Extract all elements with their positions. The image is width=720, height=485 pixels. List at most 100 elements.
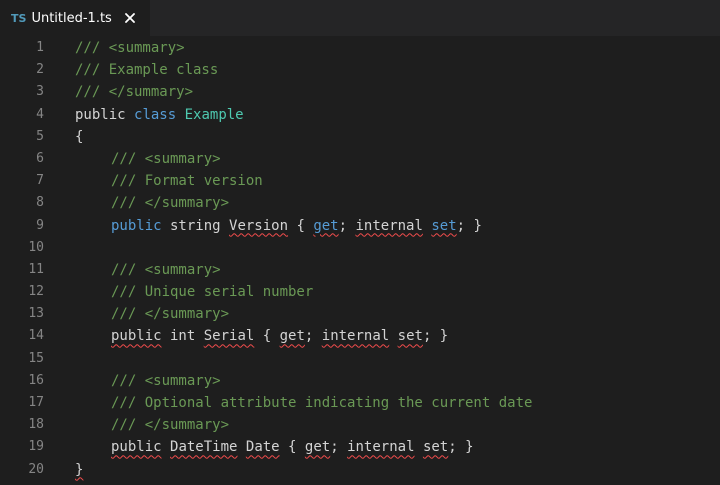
line-content: /// <summary> (75, 37, 720, 59)
line-number: 13 (28, 306, 44, 322)
code-token: { (288, 217, 314, 234)
line-number: 8 (36, 195, 44, 211)
code-token: get (313, 217, 339, 234)
code-token: ; (330, 439, 348, 456)
code-token: internal (347, 439, 415, 456)
line-content: /// Example class (75, 59, 720, 81)
code-token: set (431, 217, 457, 234)
code-comment: /// </summary> (111, 417, 230, 434)
line-content: { (75, 126, 720, 148)
line-content: /// </summary> (111, 303, 720, 325)
code-comment: /// Optional attribute indicating the cu… (111, 395, 533, 411)
code-line[interactable]: 1 /// <summary> (0, 37, 720, 59)
code-line[interactable]: 19 public DateTime Date { get; internal s… (0, 436, 720, 458)
line-number: 7 (36, 173, 44, 189)
code-token: public (75, 106, 126, 123)
code-line[interactable]: 5{ (0, 126, 720, 148)
code-token: ; (338, 217, 356, 234)
close-icon[interactable] (122, 10, 138, 26)
code-token: ; } (456, 217, 482, 234)
code-token: { (279, 439, 305, 456)
code-token: set (422, 439, 449, 456)
code-comment: /// <summary> (75, 40, 185, 56)
code-token: } (75, 461, 84, 478)
code-line[interactable]: 7 /// Format version (0, 170, 720, 192)
code-comment: /// Format version (111, 173, 263, 190)
code-token: ; } (422, 328, 449, 345)
code-token: { (254, 328, 280, 345)
code-line[interactable]: 2 /// Example class (0, 59, 720, 81)
line-number: 16 (28, 372, 44, 388)
line-number: 6 (36, 150, 44, 166)
line-content: public DateTime Date { get; internal set… (111, 436, 720, 458)
code-line[interactable]: 20} (0, 459, 720, 481)
line-number: 11 (28, 261, 44, 277)
code-comment: /// </summary> (111, 195, 230, 212)
editor-window: TS Untitled-1.ts 1 /// <summary> 2 /// Exam… (0, 0, 720, 485)
code-line[interactable]: 4 public class Example (0, 104, 720, 126)
line-content: /// <summary> (111, 259, 720, 281)
code-line[interactable]: 16 /// <summary> (0, 370, 720, 392)
line-number: 20 (28, 461, 44, 477)
line-content: /// </summary> (75, 81, 720, 103)
line-number: 19 (28, 439, 44, 455)
line-content: /// Optional attribute indicating the cu… (111, 392, 720, 414)
tab-bar: TS Untitled-1.ts (0, 0, 720, 36)
tab-title: Untitled-1.ts (31, 10, 112, 26)
line-content: public class Example (75, 104, 720, 126)
line-content: public string Version { get; internal se… (111, 215, 720, 237)
code-token: public (111, 217, 162, 234)
code-line[interactable]: 15 (0, 348, 720, 370)
code-token: DateTime (170, 439, 238, 456)
code-token: int (161, 328, 204, 345)
code-line[interactable]: 8 /// </summary> (0, 192, 720, 214)
code-token: Date (245, 439, 280, 456)
code-token: class (134, 106, 177, 123)
line-number: 3 (36, 84, 44, 100)
line-number: 18 (28, 417, 44, 433)
line-number: 4 (36, 106, 44, 122)
code-token: set (397, 328, 423, 345)
line-content: /// </summary> (111, 414, 720, 436)
code-line[interactable]: 13 /// </summary> (0, 303, 720, 325)
code-token: get (279, 328, 305, 345)
line-number: 9 (36, 217, 44, 233)
typescript-file-icon: TS (11, 11, 27, 25)
code-line[interactable]: 9 public string Version { get; internal s… (0, 215, 720, 237)
code-comment: /// <summary> (111, 150, 221, 167)
line-number: 14 (28, 328, 44, 344)
line-content: /// Format version (111, 170, 720, 192)
code-token: get (304, 439, 331, 456)
code-comment: /// <summary> (111, 261, 221, 278)
line-number: 1 (36, 40, 44, 55)
code-comment: /// Example class (75, 62, 219, 79)
line-content: /// <summary> (111, 148, 720, 170)
line-number: 5 (36, 128, 44, 144)
code-line[interactable]: 11 /// <summary> (0, 259, 720, 281)
code-line[interactable]: 10 (0, 237, 720, 259)
code-comment: /// </summary> (111, 306, 230, 323)
code-token: internal (355, 217, 423, 234)
line-number: 10 (28, 239, 44, 255)
line-number: 2 (36, 62, 44, 78)
code-line[interactable]: 6 /// <summary> (0, 148, 720, 170)
code-line[interactable]: 14 public int Serial { get; internal set;… (0, 325, 720, 347)
code-token: public (111, 328, 162, 345)
line-number: 12 (28, 284, 44, 300)
code-line[interactable]: 18 /// </summary> (0, 414, 720, 436)
code-editor[interactable]: 1 /// <summary> 2 /// Example class 3 /// </s… (0, 37, 720, 485)
editor-tab[interactable]: TS Untitled-1.ts (0, 0, 150, 36)
code-line[interactable]: 12 /// Unique serial number (0, 281, 720, 303)
line-content: /// <summary> (111, 370, 720, 392)
line-content: /// Unique serial number (111, 281, 720, 303)
code-line[interactable]: 3 /// </summary> (0, 81, 720, 103)
code-comment: /// Unique serial number (111, 284, 314, 301)
code-token: ; } (448, 439, 474, 456)
code-line[interactable]: 17 /// Optional attribute indicating the … (0, 392, 720, 414)
code-token: Serial (203, 328, 255, 345)
